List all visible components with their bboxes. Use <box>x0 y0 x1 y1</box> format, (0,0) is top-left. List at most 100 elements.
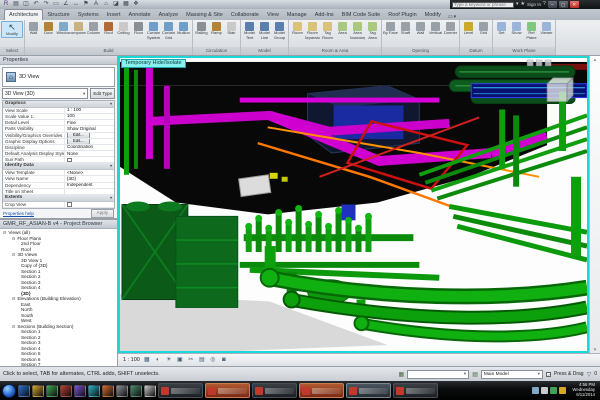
property-edit-button[interactable]: Edit... <box>67 133 90 138</box>
tab-modify[interactable]: Modify <box>421 10 445 20</box>
ribbon-button-ceiling[interactable]: Ceiling <box>116 21 131 36</box>
qat-aligned-dimension-icon[interactable]: ↔ <box>72 1 80 8</box>
design-option-dropdown[interactable]: Main Model ▾ <box>481 370 543 379</box>
search-icon[interactable]: ▾ <box>516 1 519 8</box>
ribbon-button-door[interactable]: Door <box>41 21 56 36</box>
tray-icon-2[interactable] <box>550 387 557 394</box>
property-edit-button[interactable]: Edit... <box>67 139 90 144</box>
tray-icon-0[interactable] <box>532 387 539 394</box>
taskbar-clock[interactable]: 4:56 PM Wednesday 6/11/2014 <box>568 383 598 397</box>
ribbon-button-ramp[interactable]: Ramp <box>209 21 224 36</box>
tab-analyze[interactable]: Analyze <box>155 10 183 20</box>
qat-tag-icon[interactable]: ⚑ <box>82 1 90 8</box>
taskbar-pinned-icon-1[interactable] <box>32 385 44 397</box>
ribbon-button-tag-room[interactable]: Tag Room <box>320 21 335 40</box>
taskbar-pinned-icon-9[interactable] <box>144 385 156 397</box>
taskbar-window-button-3[interactable] <box>299 383 344 398</box>
taskbar-pinned-icon-6[interactable] <box>102 385 114 397</box>
qat-print-icon[interactable]: ▭ <box>52 1 60 8</box>
tab-collaborate[interactable]: Collaborate <box>227 10 263 20</box>
ribbon-button-area[interactable]: Area <box>335 21 350 36</box>
tree-expander-icon[interactable]: ⊟ <box>12 296 15 301</box>
ribbon-button-curtain-grid[interactable]: Curtain Grid <box>161 21 176 40</box>
shadows-icon[interactable]: ▣ <box>176 355 184 365</box>
tab-view[interactable]: View <box>263 10 283 20</box>
drawing-area[interactable]: Temporary Hide/Isolate <box>118 56 589 353</box>
scroll-down-icon[interactable]: ▼ <box>593 347 597 352</box>
tab-massing-site[interactable]: Massing & Site <box>182 10 227 20</box>
tab-insert[interactable]: Insert <box>103 10 125 20</box>
tree-expander-icon[interactable]: ⊟ <box>12 236 15 241</box>
view-scale-button[interactable]: 1 : 100 <box>123 357 140 363</box>
crop-view-icon[interactable]: ✂ <box>187 355 195 365</box>
taskbar-window-button-4[interactable] <box>346 383 391 398</box>
property-value[interactable]: {3D} <box>65 176 114 181</box>
property-value[interactable]: Independent <box>65 183 114 188</box>
property-value[interactable]: Fine <box>65 120 114 125</box>
maximize-button[interactable]: ▢ <box>559 1 568 8</box>
minimize-button[interactable]: – <box>548 1 557 8</box>
tree-expander-icon[interactable]: ⊟ <box>12 324 15 329</box>
property-group-graphics[interactable]: Graphics▾ <box>3 101 114 108</box>
favorites-star-icon[interactable]: ★ <box>521 1 525 8</box>
tab-annotate[interactable]: Annotate <box>125 10 155 20</box>
ribbon-button-component[interactable]: Component <box>71 21 86 36</box>
search-input[interactable] <box>452 2 514 8</box>
selection-filter-icon[interactable]: ▽ <box>587 371 592 378</box>
ribbon-button-dormer[interactable]: Dormer <box>443 21 458 36</box>
ribbon-button-wall[interactable]: Wall <box>413 21 428 36</box>
taskbar-window-button-2[interactable] <box>252 383 297 398</box>
ribbon-button-floor[interactable]: Floor <box>131 21 146 36</box>
property-value[interactable]: Coordination <box>65 145 114 150</box>
ribbon-button-set[interactable]: Set <box>494 21 509 36</box>
properties-help-link[interactable]: Properties help <box>3 211 34 216</box>
ribbon-button-wall[interactable]: Wall <box>26 21 41 36</box>
vertical-scrollbar[interactable]: ▲ ▼ <box>589 56 600 353</box>
qat-open-icon[interactable]: ▤ <box>12 1 20 8</box>
taskbar-window-button-1[interactable] <box>205 383 250 398</box>
tray-icon-3[interactable] <box>559 387 566 394</box>
ribbon-button-area-boundary[interactable]: Area Boundary <box>350 21 365 40</box>
taskbar-pinned-icon-7[interactable] <box>116 385 128 397</box>
tab-manage[interactable]: Manage <box>283 10 311 20</box>
ribbon-button-level[interactable]: Level <box>461 21 476 36</box>
qat-thin-lines-icon[interactable]: ▦ <box>122 1 130 8</box>
taskbar-pinned-icon-3[interactable] <box>60 385 72 397</box>
ribbon-button-shaft[interactable]: Shaft <box>398 21 413 36</box>
ribbon-button-tag-area[interactable]: Tag Area <box>365 21 380 40</box>
taskbar-window-button-5[interactable] <box>393 383 438 398</box>
tree-expander-icon[interactable]: ⊟ <box>3 230 6 235</box>
ribbon-button-railing[interactable]: Railing <box>194 21 209 36</box>
property-value[interactable]: Show Original <box>65 126 114 131</box>
ribbon-button-model-line[interactable]: Model Line <box>257 21 272 40</box>
property-value[interactable] <box>65 189 114 194</box>
property-value[interactable]: 1 : 100 <box>65 108 114 113</box>
qat-switch-windows-icon[interactable]: ❖ <box>132 1 140 8</box>
press-drag-checkbox[interactable]: ✓ <box>546 372 551 377</box>
property-group-extents[interactable]: Extents▾ <box>3 195 114 202</box>
qat-save-icon[interactable]: ◫ <box>22 1 30 8</box>
ribbon-button-column[interactable]: Column <box>86 21 101 36</box>
tab-structure[interactable]: Structure <box>43 10 73 20</box>
ribbon-button-model-group[interactable]: Model Group <box>272 21 287 40</box>
property-value[interactable]: None <box>65 151 114 156</box>
ribbon-button-vertical[interactable]: Vertical <box>428 21 443 36</box>
ribbon-button-mullion[interactable]: Mullion <box>176 21 191 36</box>
qat-revit-logo-icon[interactable]: R <box>2 1 10 8</box>
qat-undo-icon[interactable]: ↶ <box>32 1 40 8</box>
reveal-hidden-icon[interactable]: ◙ <box>220 355 228 365</box>
property-checkbox[interactable] <box>67 158 72 163</box>
instance-selector-dropdown[interactable]: 3D View (3D) ▾ <box>2 88 88 99</box>
workset-dropdown[interactable]: ▾ <box>407 370 469 379</box>
edit-type-button[interactable]: Edit Type <box>90 88 115 99</box>
ribbon-button-ref-plane[interactable]: Ref Plane <box>524 21 539 40</box>
close-button[interactable]: ✕ <box>570 1 579 8</box>
qat-text-icon[interactable]: A <box>92 1 100 8</box>
ribbon-button-curtain-system[interactable]: Curtain System <box>146 21 161 40</box>
type-selector[interactable]: ⌂ 3D View <box>2 67 115 87</box>
visual-style-icon[interactable]: ◐ <box>154 355 162 365</box>
editable-only-icon[interactable]: ▤ <box>472 371 478 378</box>
scroll-up-icon[interactable]: ▲ <box>593 57 597 62</box>
temporary-hide-isolate-badge[interactable]: Temporary Hide/Isolate <box>121 59 186 68</box>
property-value[interactable]: 100 <box>65 114 114 119</box>
